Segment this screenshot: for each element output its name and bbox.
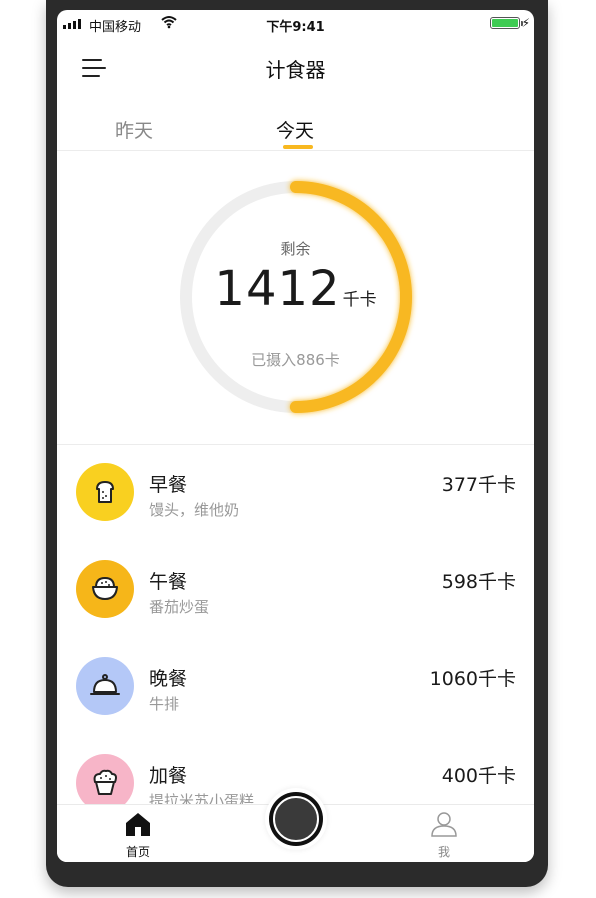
tab-me-label: 我 — [437, 845, 450, 859]
intake-text: 已摄入886卡 — [251, 351, 340, 369]
page-title: 计食器 — [265, 58, 326, 82]
bread-icon — [96, 481, 114, 503]
meal-kcal: 1060千卡 — [429, 668, 516, 690]
remaining-label: 剩余 — [280, 240, 311, 258]
meal-kcal: 377千卡 — [441, 474, 516, 496]
record-button-inner — [273, 796, 319, 842]
status-time: 下午9:41 — [266, 20, 325, 35]
remaining-calories: 1412 千卡 — [57, 261, 534, 317]
app-screen: 中国移动 下午9:41 ⚡ 计食器 昨天 今天 剩余 1412 千卡 已摄入88… — [57, 10, 534, 862]
remaining-unit: 千卡 — [342, 290, 377, 310]
meal-name: 加餐 — [149, 765, 188, 787]
nav-bar: 计食器 — [57, 40, 534, 95]
meal-item-dinner[interactable]: 晚餐 牛排 1060千卡 — [57, 638, 534, 734]
user-icon — [431, 812, 457, 837]
meal-avatar — [76, 657, 134, 715]
tab-home-label: 首页 — [125, 845, 150, 859]
meal-item-breakfast[interactable]: 早餐 馒头，维他奶 377千卡 — [57, 444, 534, 540]
status-bar: 中国移动 下午9:41 ⚡ — [57, 10, 534, 40]
cupcake-icon — [93, 769, 117, 795]
bowl-icon — [92, 576, 118, 600]
meal-desc: 馒头，维他奶 — [149, 501, 240, 519]
tab-yesterday[interactable]: 昨天 — [115, 116, 153, 143]
tab-today[interactable]: 今天 — [276, 116, 314, 143]
meal-avatar — [76, 463, 134, 521]
active-tab-indicator — [283, 145, 313, 149]
remaining-number: 1412 — [214, 261, 341, 317]
meal-desc: 番茄炒蛋 — [149, 598, 210, 616]
meal-item-lunch[interactable]: 午餐 番茄炒蛋 598千卡 — [57, 541, 534, 637]
meal-desc: 牛排 — [149, 695, 180, 713]
tab-home[interactable]: 首页 — [108, 811, 168, 860]
tab-me[interactable]: 我 — [414, 811, 474, 860]
meal-name: 早餐 — [149, 474, 188, 496]
calorie-summary: 剩余 1412 千卡 已摄入886卡 — [57, 151, 534, 444]
meal-avatar — [76, 560, 134, 618]
home-icon — [126, 813, 150, 836]
charging-icon: ⚡ — [521, 16, 530, 30]
meal-kcal: 400千卡 — [441, 765, 516, 787]
meal-name: 午餐 — [149, 571, 188, 593]
record-button[interactable] — [265, 788, 327, 850]
cloche-icon — [90, 674, 120, 695]
meal-kcal: 598千卡 — [441, 571, 516, 593]
meal-name: 晚餐 — [149, 668, 188, 690]
battery-icon — [490, 17, 523, 29]
